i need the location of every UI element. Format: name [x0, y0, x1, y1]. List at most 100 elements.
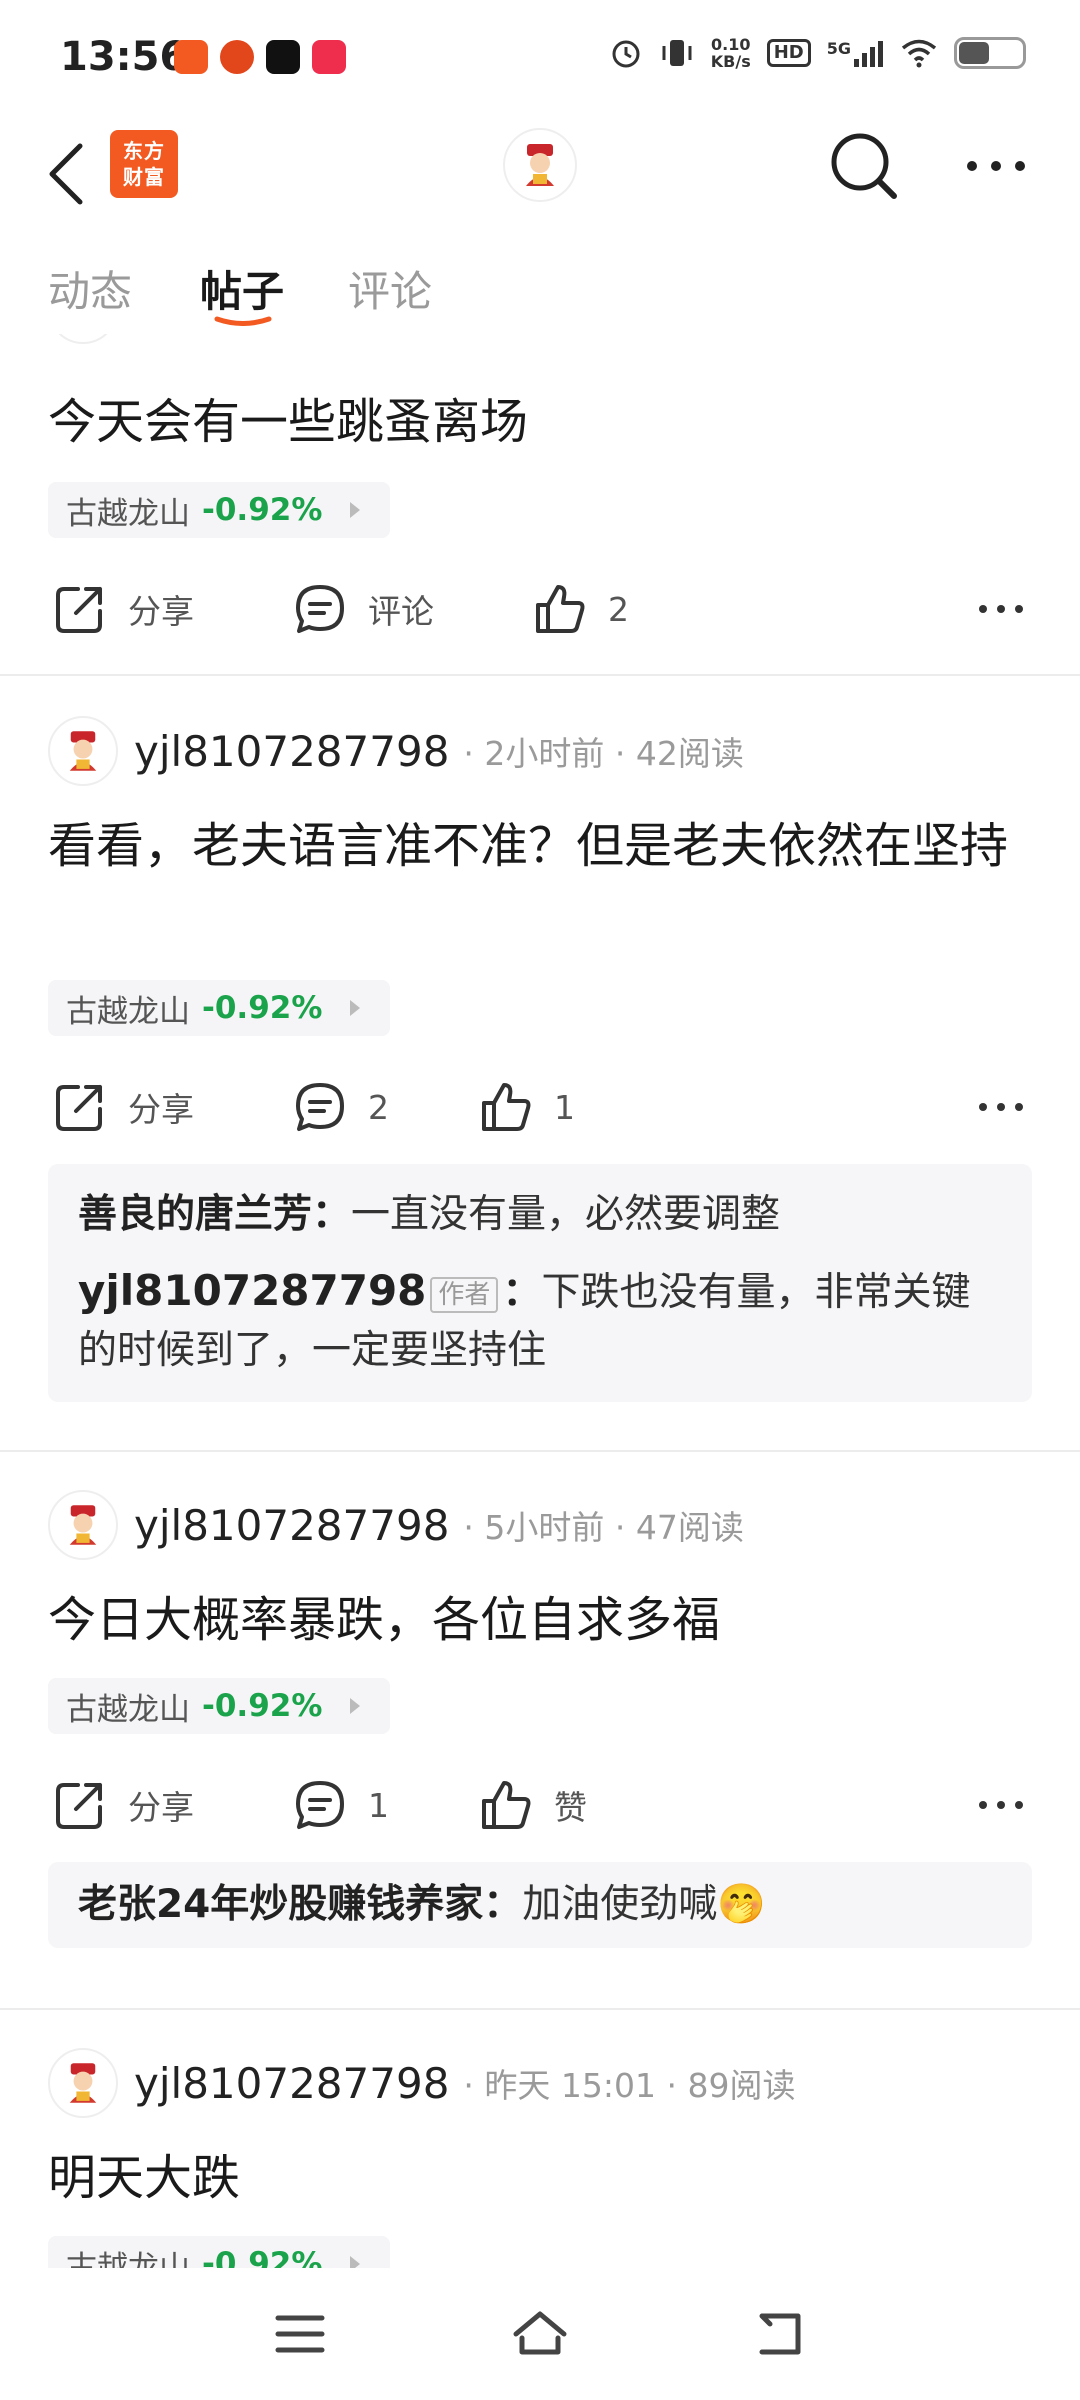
active-tab-indicator [214, 316, 272, 326]
thumbs-up-icon [536, 585, 585, 633]
like-button[interactable]: 赞 [476, 1770, 587, 1840]
comment-button[interactable]: 1 [290, 1770, 389, 1840]
post-time: 2小时前 [484, 734, 605, 773]
comment-preview[interactable]: 善良的唐兰芳：一直没有量，必然要调整 yjl8107287798 作者 ：下跌也没有… [48, 1164, 1032, 1402]
author-name[interactable]: yjl8107287798 [134, 727, 449, 776]
post-meta: · 2小时前 · 42阅读 [463, 734, 744, 773]
like-button[interactable]: 1 [476, 1072, 575, 1142]
post-title[interactable]: 明天大跌 [48, 2142, 1038, 2214]
share-button[interactable]: 分享 [50, 1072, 194, 1142]
comment-text: 加油使劲喊🤭 [522, 1882, 766, 1927]
post-time: 5小时前 [484, 1508, 605, 1547]
hd-badge: HD [766, 39, 811, 67]
vibrate-icon [662, 40, 692, 66]
like-count: 1 [554, 1087, 575, 1127]
user-avatar[interactable] [503, 128, 577, 202]
comment-icon [296, 585, 344, 633]
comment-button[interactable]: 评论 [290, 574, 434, 644]
notification-icons [174, 40, 346, 74]
back-button[interactable] [44, 134, 88, 214]
comment-text: 一直没有量，必然要调整 [351, 1192, 781, 1237]
app-notification-icon [220, 40, 254, 74]
comment-item[interactable]: 善良的唐兰芳：一直没有量，必然要调整 [78, 1186, 1002, 1244]
author-name[interactable]: yjl8107287798 [134, 2059, 449, 2108]
comment-user[interactable]: 善良的唐兰芳 [78, 1192, 312, 1237]
status-bar: 13:56 0.10 KB/s HD 5G [0, 0, 1080, 120]
post-actions: 分享 2 1 [0, 1072, 1080, 1142]
chevron-right-icon [350, 1000, 361, 1016]
signal-indicator: 5G [827, 39, 884, 67]
share-label: 分享 [128, 1788, 194, 1827]
post-more-icon[interactable] [976, 1785, 1026, 1825]
net-speed: 0.10 KB/s [711, 36, 751, 70]
share-icon [56, 587, 102, 633]
stock-change: -0.92% [202, 1688, 323, 1724]
more-horizontal-icon [967, 161, 1025, 171]
read-count: 42阅读 [635, 734, 744, 773]
stock-tag[interactable]: 古越龙山 -0.92% [48, 1678, 390, 1734]
logo-text: 东方 财富 [123, 139, 165, 189]
like-count: 2 [608, 589, 629, 629]
divider [0, 674, 1080, 676]
status-time: 13:56 [60, 34, 188, 80]
like-button[interactable]: 2 [530, 574, 629, 644]
search-button[interactable] [826, 128, 902, 204]
comment-button[interactable]: 2 [290, 1072, 389, 1142]
battery-icon [954, 37, 1026, 69]
tab-dynamics[interactable]: 动态 [48, 258, 132, 319]
post-more-icon[interactable] [976, 1087, 1026, 1127]
comment-count: 2 [368, 1087, 389, 1127]
home-icon[interactable] [508, 2302, 572, 2366]
wifi-icon [901, 39, 937, 68]
stock-name: 古越龙山 [66, 993, 190, 1030]
stock-tag[interactable]: 古越龙山 -0.92% [48, 980, 390, 1036]
post-meta: · 5小时前 · 47阅读 [463, 1508, 744, 1547]
post-title[interactable]: 看看，老夫语言准不准？但是老夫依然在坚持 [48, 810, 1038, 882]
comment-label: 评论 [368, 592, 434, 631]
post-title[interactable]: 今日大概率暴跌，各位自求多福 [48, 1584, 1038, 1656]
comment-user[interactable]: yjl8107287798 [78, 1266, 426, 1315]
app-screen: 13:56 0.10 KB/s HD 5G 东方 财富 动态 帖子 评论 今天会… [0, 0, 1080, 2400]
eastmoney-logo[interactable]: 东方 财富 [110, 130, 178, 198]
share-button[interactable]: 分享 [50, 574, 194, 644]
app-notification-icon [266, 40, 300, 74]
more-options-button[interactable] [964, 146, 1028, 186]
avatar[interactable] [48, 1490, 118, 1560]
chevron-right-icon [350, 2256, 361, 2268]
comment-preview[interactable]: 老张24年炒股赚钱养家：加油使劲喊🤭 [48, 1862, 1032, 1948]
divider [0, 2008, 1080, 2010]
app-notification-icon [312, 40, 346, 74]
tab-posts[interactable]: 帖子 [200, 258, 284, 319]
share-icon [56, 1085, 102, 1131]
post-more-icon[interactable] [976, 589, 1026, 629]
signal-icon [854, 41, 883, 67]
share-button[interactable]: 分享 [50, 1770, 194, 1840]
tab-comments[interactable]: 评论 [348, 258, 432, 319]
like-label: 赞 [554, 1788, 587, 1827]
avatar[interactable] [48, 2048, 118, 2118]
comment-colon: ： [483, 1882, 523, 1927]
comment-item[interactable]: 老张24年炒股赚钱养家：加油使劲喊🤭 [78, 1876, 1002, 1934]
read-count: 47阅读 [635, 1508, 744, 1547]
post-meta: · 昨天 15:01 · 89阅读 [463, 2066, 796, 2105]
share-label: 分享 [128, 1090, 194, 1129]
comment-item[interactable]: yjl8107287798 作者 ：下跌也没有量，非常关键的时候到了，一定要坚持住 [78, 1262, 1002, 1380]
stock-tag[interactable]: 古越龙山 -0.92% [48, 2236, 390, 2268]
comment-count: 1 [368, 1785, 389, 1825]
post-title[interactable]: 今天会有一些跳蚤离场 [48, 386, 1038, 458]
network-type: 5G [826, 39, 851, 58]
stock-tag[interactable]: 古越龙山 -0.92% [48, 482, 390, 538]
avatar[interactable] [48, 716, 118, 786]
menu-icon[interactable] [268, 2302, 332, 2366]
author-name[interactable]: yjl8107287798 [134, 1501, 449, 1550]
stock-change: -0.92% [202, 2246, 323, 2268]
profile-tabs: 动态 帖子 评论 [0, 250, 1080, 334]
posts-feed[interactable]: 今天会有一些跳蚤离场 古越龙山 -0.92% 分享 评论 2 yjl810728… [0, 334, 1080, 2268]
back-icon[interactable] [748, 2302, 812, 2366]
comment-user[interactable]: 老张24年炒股赚钱养家 [78, 1882, 483, 1927]
stock-change: -0.92% [202, 492, 323, 528]
author-badge: 作者 [430, 1276, 499, 1313]
top-app-bar: 东方 财富 [0, 120, 1080, 250]
comment-icon [296, 1083, 344, 1131]
caishen-avatar-icon [69, 2063, 97, 2103]
